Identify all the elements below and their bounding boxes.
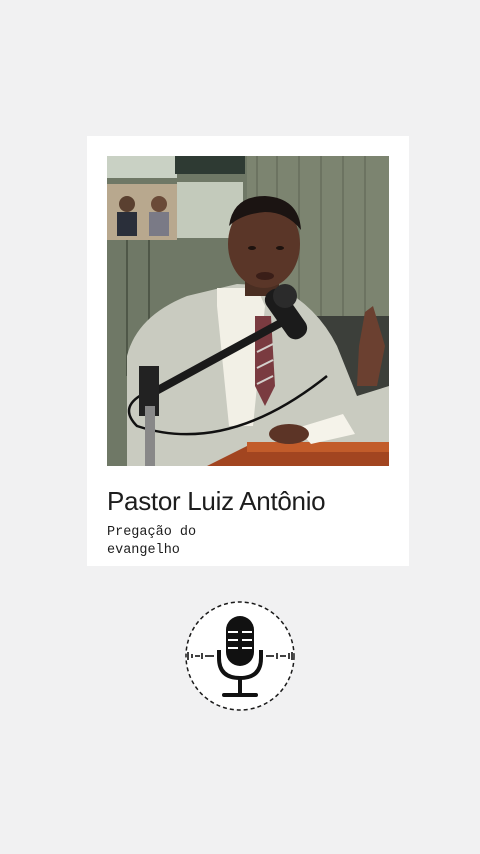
post-card: Pastor Luiz Antônio Pregação do evangelh… <box>87 136 409 566</box>
microphone-button[interactable] <box>184 600 296 712</box>
post-title: Pastor Luiz Antônio <box>107 486 326 516</box>
microphone-icon <box>185 601 295 711</box>
pastor-photo <box>107 156 389 466</box>
post-subtitle: Pregação do evangelho <box>107 525 197 558</box>
